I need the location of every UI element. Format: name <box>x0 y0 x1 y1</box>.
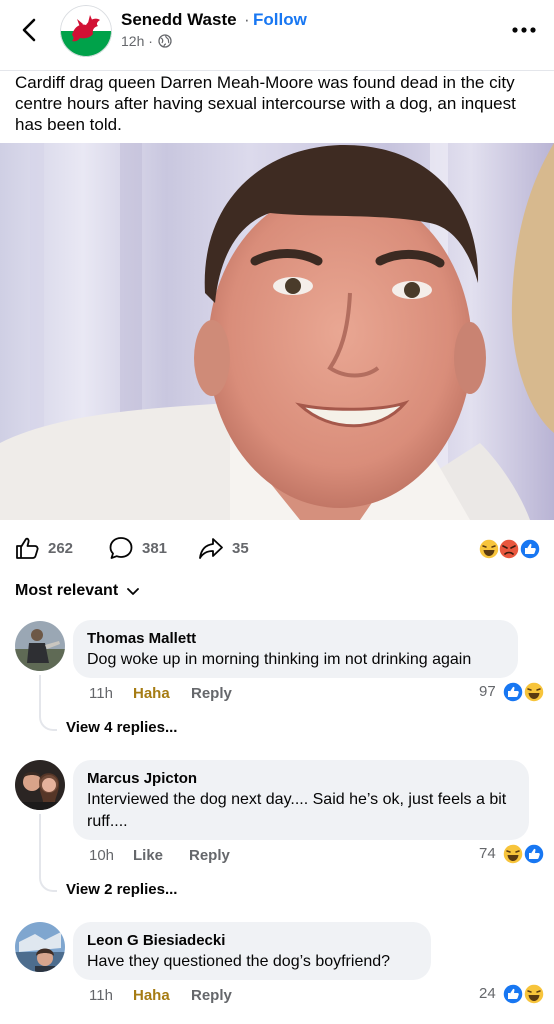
comment-sort-dropdown[interactable]: Most relevant <box>15 582 140 600</box>
like-reaction-icon <box>502 681 524 703</box>
share-action[interactable]: 35 <box>198 534 249 562</box>
comment-author[interactable]: Marcus Jpicton <box>87 770 515 787</box>
like-count: 262 <box>48 539 74 557</box>
header-divider <box>0 70 554 71</box>
comment-time[interactable]: 11h <box>89 987 133 1004</box>
comment-meta: 11h Haha Reply <box>89 685 232 702</box>
comment-reaction-button[interactable]: Haha <box>133 987 191 1004</box>
welsh-dragon-flag-icon <box>60 5 112 57</box>
post-header: Senedd Waste · Follow 12h · <box>0 0 554 62</box>
follow-button[interactable]: Follow <box>253 10 307 30</box>
view-replies-link[interactable]: View 4 replies... <box>66 719 177 736</box>
comment-reactions[interactable] <box>502 843 546 865</box>
comment-time[interactable]: 10h <box>89 847 133 864</box>
thread-line <box>39 675 57 731</box>
share-icon <box>199 538 223 559</box>
comment-author[interactable]: Thomas Mallett <box>87 630 504 647</box>
comment-bubble: Leon G Biesiadecki Have they questioned … <box>73 922 431 980</box>
post-caption: Cardiff drag queen Darren Meah-Moore was… <box>15 73 516 134</box>
comment-text: Have they questioned the dog’s boyfriend… <box>87 953 391 970</box>
globe-icon <box>158 34 172 48</box>
reply-button[interactable]: Reply <box>191 987 232 1004</box>
portrait-photo <box>0 143 554 520</box>
comment-action[interactable]: 381 <box>108 534 167 562</box>
avatar[interactable] <box>15 760 65 810</box>
haha-emoji-icon <box>502 843 524 865</box>
comment-reactions[interactable] <box>502 681 546 703</box>
comment-reaction-button[interactable]: Haha <box>133 685 191 702</box>
more-dots-icon[interactable] <box>511 20 537 40</box>
reaction-summary[interactable] <box>478 538 542 560</box>
comment-reaction-count[interactable]: 97 <box>479 683 496 700</box>
avatar[interactable] <box>15 621 65 671</box>
like-reaction-icon <box>502 983 524 1005</box>
separator-dot: · <box>244 10 250 29</box>
comment-count: 381 <box>142 539 168 557</box>
page-name[interactable]: Senedd Waste <box>121 10 237 30</box>
haha-emoji-icon <box>478 538 500 560</box>
comment-reactions[interactable] <box>502 983 546 1005</box>
avatar-photo <box>15 760 65 810</box>
comment-icon <box>109 537 133 559</box>
angry-emoji-icon <box>498 538 520 560</box>
avatar-photo <box>15 621 65 671</box>
back-arrow-icon[interactable] <box>16 16 44 44</box>
like-thumb-icon <box>16 537 39 559</box>
comment-meta: 10h Like Reply <box>89 847 230 864</box>
comment-reaction-count[interactable]: 74 <box>479 845 496 862</box>
comment-meta: 11h Haha Reply <box>89 987 232 1004</box>
comment-reaction-button[interactable]: Like <box>133 847 189 864</box>
sort-label: Most relevant <box>15 582 119 599</box>
page-avatar[interactable] <box>60 5 112 57</box>
reply-button[interactable]: Reply <box>191 685 232 702</box>
share-count: 35 <box>232 539 249 557</box>
like-action[interactable]: 262 <box>14 534 73 562</box>
view-replies-link[interactable]: View 2 replies... <box>66 881 177 898</box>
avatar-photo <box>15 922 65 972</box>
like-reaction-icon <box>523 843 545 865</box>
post-action-bar: 262 381 35 <box>0 530 554 566</box>
avatar[interactable] <box>15 922 65 972</box>
comment-text: Interviewed the dog next day.... Said he… <box>87 791 507 830</box>
like-reaction-icon <box>519 538 541 560</box>
comment-bubble: Marcus Jpicton Interviewed the dog next … <box>73 760 529 840</box>
comment-time[interactable]: 11h <box>89 685 133 702</box>
comment-bubble: Thomas Mallett Dog woke up in morning th… <box>73 620 518 678</box>
chevron-down-icon <box>127 588 140 595</box>
post-timestamp[interactable]: 12h · <box>121 33 153 49</box>
haha-emoji-icon <box>523 681 545 703</box>
comment-reaction-count[interactable]: 24 <box>479 985 496 1002</box>
haha-emoji-icon <box>523 983 545 1005</box>
comment-text: Dog woke up in morning thinking im not d… <box>87 651 472 668</box>
reply-button[interactable]: Reply <box>189 847 230 864</box>
post-photo[interactable] <box>0 143 554 520</box>
comment-author[interactable]: Leon G Biesiadecki <box>87 932 417 949</box>
thread-line <box>39 814 57 892</box>
